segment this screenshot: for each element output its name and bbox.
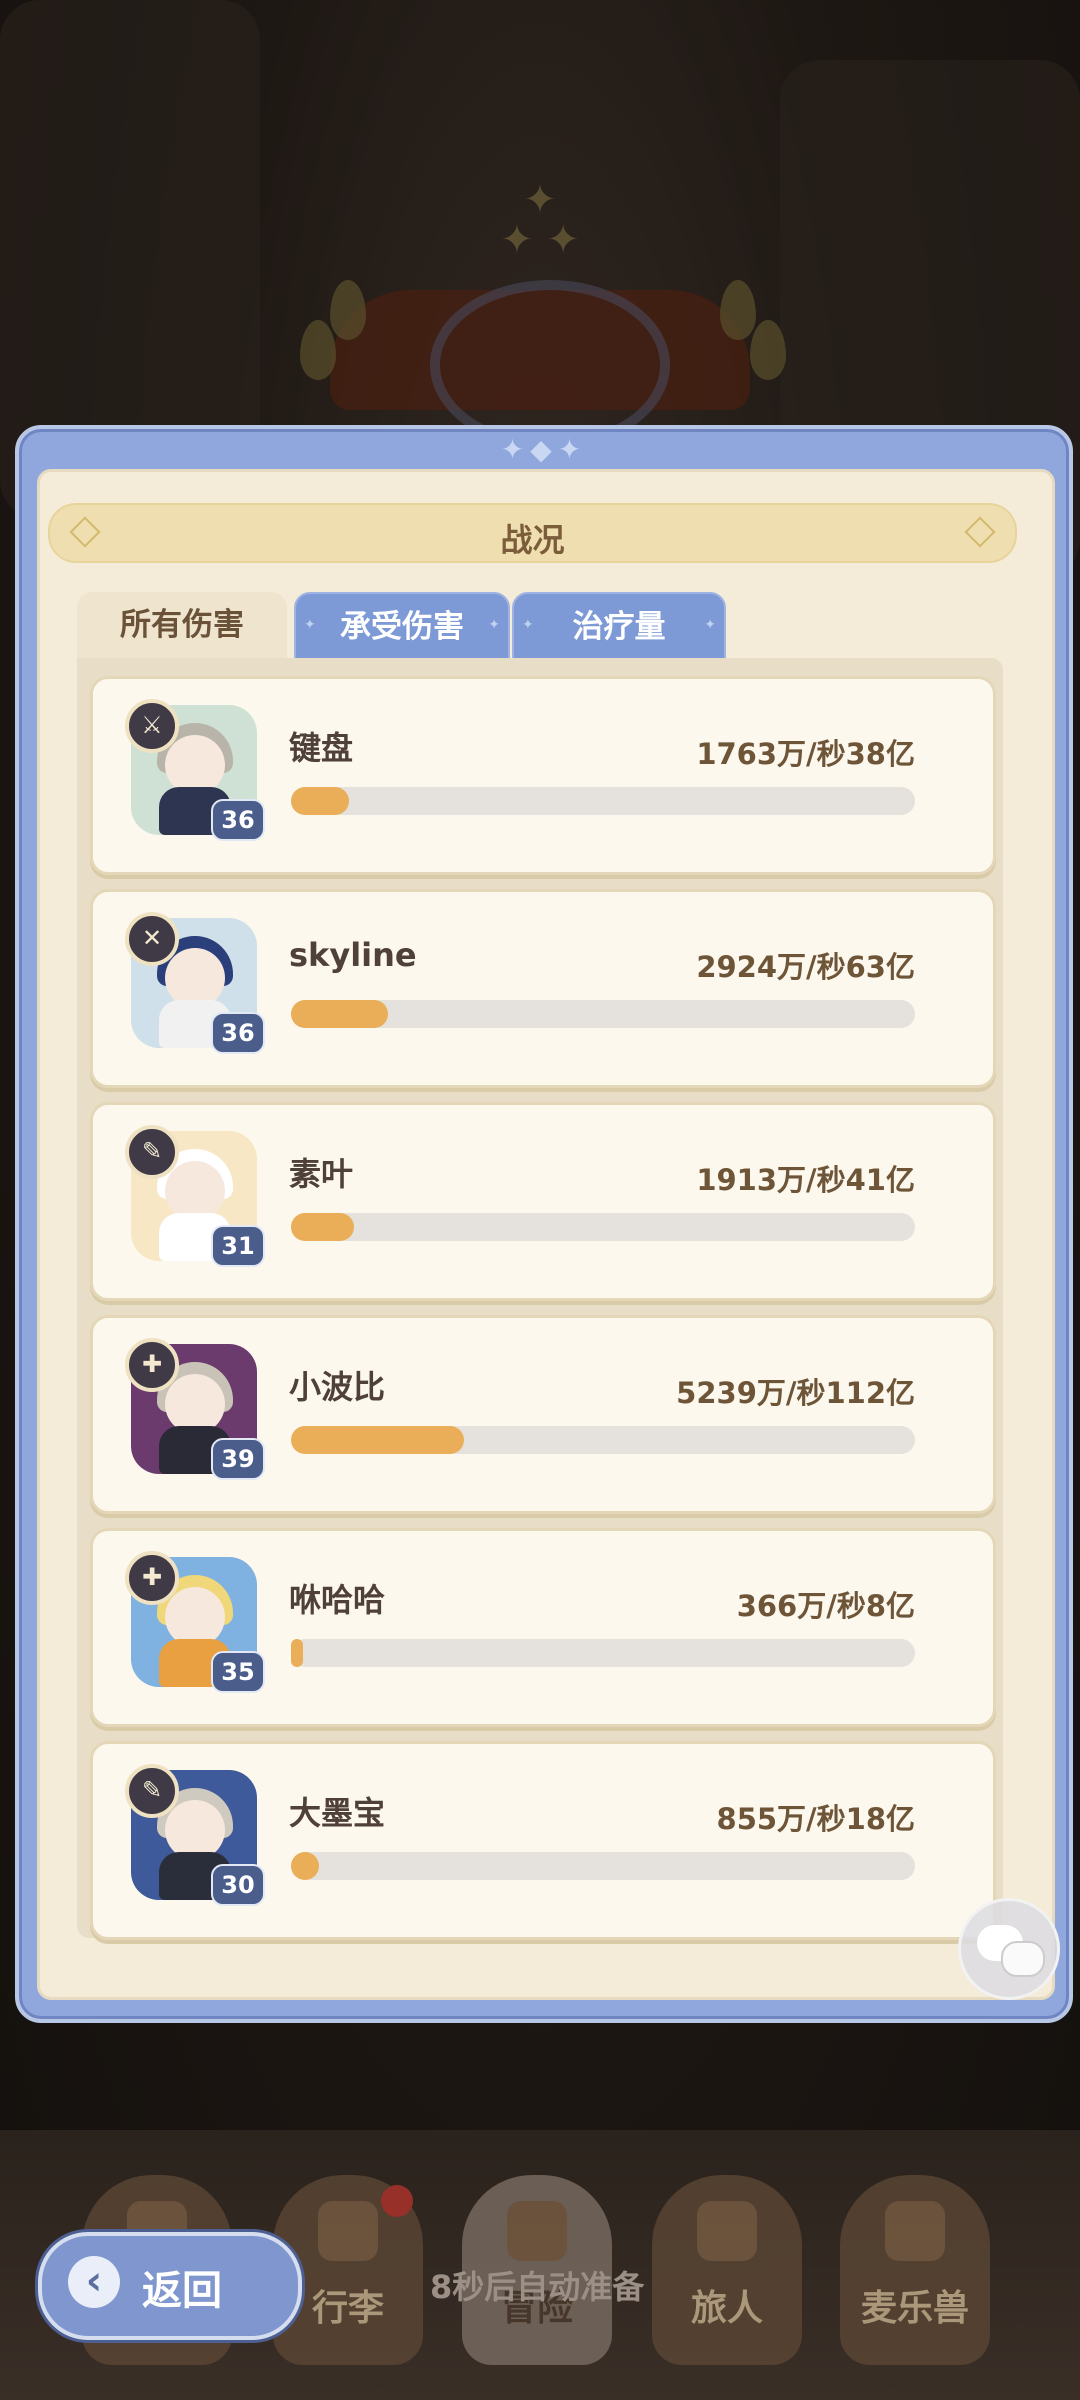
level-badge: 31 [211,1225,265,1267]
player-name: 键盘 [289,729,354,767]
damage-stat: 2924万/秒63亿 [696,950,915,984]
nav-label: 麦乐兽 [860,2288,969,2329]
class-icon: ✕ [125,912,179,966]
luggage-icon [318,2201,378,2261]
sparkle-icon: ✦◆✦ [500,433,588,466]
traveler-icon [697,2201,757,2261]
player-row: ✎ 30 大墨宝 855万/秒18亿 [90,1741,996,1940]
player-row: ⚔ 36 键盘 1763万/秒38亿 [90,676,996,875]
nav-item-pet[interactable]: 麦乐兽 [840,2175,990,2365]
back-button-label: 返回 [142,2268,222,2314]
damage-bar-track [291,1852,915,1880]
level-badge: 35 [211,1651,265,1693]
damage-bar-track [291,1639,915,1667]
player-name: 咻哈哈 [289,1581,386,1619]
damage-bar-fill [291,1852,320,1880]
damage-bar-fill [291,1213,355,1241]
chat-button[interactable] [958,1898,1060,2000]
player-name: skyline [289,936,417,974]
damage-stat: 5239万/秒112亿 [676,1376,915,1410]
class-icon: ⚔ [125,699,179,753]
damage-bar-track [291,787,915,815]
chat-bubble-icon [1001,1941,1045,1977]
level-badge: 36 [211,1012,265,1054]
class-icon: ✎ [125,1125,179,1179]
level-badge: 30 [211,1864,265,1906]
player-row: ✕ 36 skyline 2924万/秒63亿 [90,889,996,1088]
damage-bar-track [291,1000,915,1028]
damage-stat: 1763万/秒38亿 [696,737,915,771]
level-badge: 39 [211,1438,265,1480]
player-row: ✚ 35 咻哈哈 366万/秒8亿 [90,1528,996,1727]
sparkle-icon: ✦ [704,617,716,633]
notification-dot [381,2185,413,2217]
level-badge: 36 [211,799,265,841]
player-name: 素叶 [289,1155,354,1193]
damage-bar-track [291,1213,915,1241]
damage-bar-fill [291,1426,464,1454]
nav-label: 旅人 [690,2288,763,2329]
back-arrow-icon: ‹ [68,2256,120,2308]
damage-bar-fill [291,1639,304,1667]
damage-stat: 366万/秒8亿 [736,1589,915,1623]
sparkle-icon: ✦ [522,617,534,633]
tab-label: 治疗量 [572,609,666,645]
auto-ready-countdown: 8秒后自动准备 [430,2268,645,2306]
damage-stat: 1913万/秒41亿 [696,1163,915,1197]
tab-damage-taken[interactable]: ✦ 承受伤害 ✦ [294,592,510,662]
class-icon: ✚ [125,1551,179,1605]
sparkle-icon: ✦ [304,617,316,633]
back-button[interactable]: ‹ 返回 [38,2232,302,2340]
class-icon: ✚ [125,1338,179,1392]
tab-healing[interactable]: ✦ 治疗量 ✦ [512,592,726,662]
damage-bar-track [291,1426,915,1454]
tab-all-damage[interactable]: 所有伤害 [77,592,287,658]
damage-stat: 855万/秒18亿 [716,1802,915,1836]
player-name: 大墨宝 [289,1794,386,1832]
crossed-swords-icon [507,2201,567,2261]
player-row: ✎ 31 素叶 1913万/秒41亿 [90,1102,996,1301]
sparkle-icon: ✦ [488,617,500,633]
panel-title-bar: 战况 [48,503,1017,563]
class-icon: ✎ [125,1764,179,1818]
damage-bar-fill [291,787,350,815]
nav-item-traveler[interactable]: 旅人 [652,2175,802,2365]
player-row: ✚ 39 小波比 5239万/秒112亿 [90,1315,996,1514]
pet-icon [885,2201,945,2261]
panel-title: 战况 [500,521,565,559]
tab-label: 承受伤害 [340,609,464,645]
damage-bar-fill [291,1000,388,1028]
player-name: 小波比 [289,1368,386,1406]
